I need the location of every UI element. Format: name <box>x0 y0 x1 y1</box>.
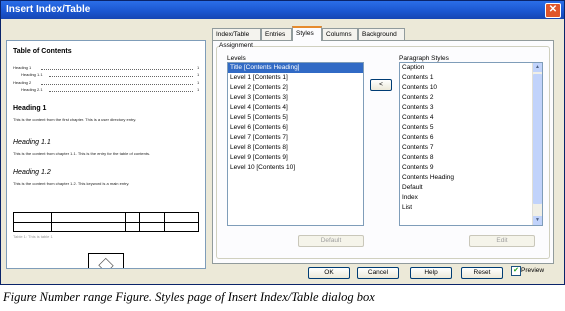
paragraph-style-item[interactable]: Contents 2 <box>400 93 542 103</box>
paragraph-style-item[interactable]: Contents 6 <box>400 133 542 143</box>
paragraph-style-item[interactable]: Contents 5 <box>400 123 542 133</box>
preview-heading: Heading 1.2 <box>13 169 51 176</box>
paragraph-style-item[interactable]: Contents 10 <box>400 83 542 93</box>
preview-toc-leader <box>41 80 193 85</box>
preview-toc-page: 1 <box>197 80 200 85</box>
levels-list-item[interactable]: Level 2 [Contents 2] <box>228 83 363 93</box>
styles-tab-panel: Assignment Levels Title [Contents Headin… <box>212 40 554 264</box>
levels-label: Levels <box>227 55 246 62</box>
paragraph-styles-scrollbar[interactable]: ▲ ▼ <box>532 63 542 225</box>
tab-styles[interactable]: Styles <box>292 26 322 41</box>
preview-toc-entry: Heading 2.1 <box>21 87 43 92</box>
paragraph-style-item[interactable]: Contents 1 <box>400 73 542 83</box>
paragraph-style-item[interactable]: Contents 8 <box>400 153 542 163</box>
tab-background[interactable]: Background <box>358 28 405 40</box>
preview-toc-leader <box>41 65 193 70</box>
paragraph-style-item[interactable]: Contents 3 <box>400 103 542 113</box>
preview-heading: Heading 1 <box>13 105 47 112</box>
preview-table-caption: Table 1: This is table 1 <box>13 234 53 239</box>
figure-caption: Figure Number range Figure. Styles page … <box>3 290 375 304</box>
levels-list-item[interactable]: Level 1 [Contents 1] <box>228 73 363 83</box>
levels-list-item[interactable]: Title [Contents Heading] <box>228 63 363 73</box>
preview-toc-page: 1 <box>197 72 200 77</box>
levels-listbox[interactable]: Title [Contents Heading] Level 1 [Content… <box>227 62 364 226</box>
paragraph-style-item[interactable]: List <box>400 203 542 213</box>
preview-toc-leader <box>49 87 193 92</box>
paragraph-style-item[interactable]: Contents 7 <box>400 143 542 153</box>
preview-toc-leader <box>49 72 193 77</box>
levels-list-item[interactable]: Level 6 [Contents 6] <box>228 123 363 133</box>
paragraph-style-item[interactable]: Contents 9 <box>400 163 542 173</box>
tab-entries[interactable]: Entries <box>261 28 292 40</box>
levels-list-item[interactable]: Level 3 [Contents 3] <box>228 93 363 103</box>
edit-button[interactable]: Edit <box>469 235 535 247</box>
preview-toc-page: 1 <box>197 87 200 92</box>
preview-toc-entry: Heading 1 <box>13 65 32 70</box>
help-button[interactable]: Help <box>410 267 452 279</box>
preview-pane: Table of Contents Heading 1 1 Heading 1.1 1… <box>6 40 206 269</box>
preview-toc-page: 1 <box>197 65 200 70</box>
levels-list-item[interactable]: Level 5 [Contents 5] <box>228 113 363 123</box>
assignment-label: Assignment <box>219 42 253 49</box>
paragraph-style-item[interactable]: Caption <box>400 63 542 73</box>
close-icon[interactable]: ✕ <box>545 3 561 18</box>
cancel-button[interactable]: Cancel <box>357 267 399 279</box>
scroll-down-icon[interactable]: ▼ <box>533 216 542 225</box>
assign-style-button[interactable]: < <box>370 79 392 91</box>
preview-table <box>13 212 199 232</box>
preview-body-text: This is the content from chapter 1.2. Th… <box>13 181 130 186</box>
paragraph-style-item[interactable]: Contents Heading <box>400 173 542 183</box>
preview-heading: Heading 1.1 <box>13 139 51 146</box>
preview-body-text: This is the content from chapter 1.1. Th… <box>13 151 151 156</box>
default-button[interactable]: Default <box>298 235 364 247</box>
levels-list-item[interactable]: Level 10 [Contents 10] <box>228 163 363 173</box>
scroll-thumb[interactable] <box>533 74 542 204</box>
window-title: Insert Index/Table <box>6 4 91 15</box>
title-bar[interactable]: Insert Index/Table ✕ <box>1 1 564 19</box>
tab-index-table[interactable]: Index/Table <box>212 28 261 40</box>
dialog-window: Insert Index/Table ✕ Table of Contents H… <box>0 0 565 285</box>
levels-list-item[interactable]: Level 9 [Contents 9] <box>228 153 363 163</box>
paragraph-style-item[interactable]: Index <box>400 193 542 203</box>
preview-checkbox-label[interactable]: Preview <box>521 267 544 274</box>
preview-toc-entry: Heading 2 <box>13 80 32 85</box>
scroll-up-icon[interactable]: ▲ <box>533 63 542 72</box>
reset-button[interactable]: Reset <box>461 267 503 279</box>
preview-checkbox[interactable]: ✔ <box>511 266 521 276</box>
paragraph-style-item[interactable]: Contents 4 <box>400 113 542 123</box>
preview-body-text: This is the content from the first chapt… <box>13 117 137 122</box>
tab-columns[interactable]: Columns <box>322 28 358 40</box>
paragraph-styles-listbox[interactable]: Caption Contents 1 Contents 10 Contents 2 Co… <box>399 62 543 226</box>
levels-list-item[interactable]: Level 7 [Contents 7] <box>228 133 363 143</box>
levels-list-item[interactable]: Level 8 [Contents 8] <box>228 143 363 153</box>
preview-image-frame <box>88 253 124 268</box>
paragraph-styles-label: Paragraph Styles <box>399 55 449 62</box>
paragraph-style-item[interactable]: Default <box>400 183 542 193</box>
levels-list-item[interactable]: Level 4 [Contents 4] <box>228 103 363 113</box>
ok-button[interactable]: OK <box>308 267 350 279</box>
preview-toc-title: Table of Contents <box>13 48 72 55</box>
preview-toc-entry: Heading 1.1 <box>21 72 43 77</box>
